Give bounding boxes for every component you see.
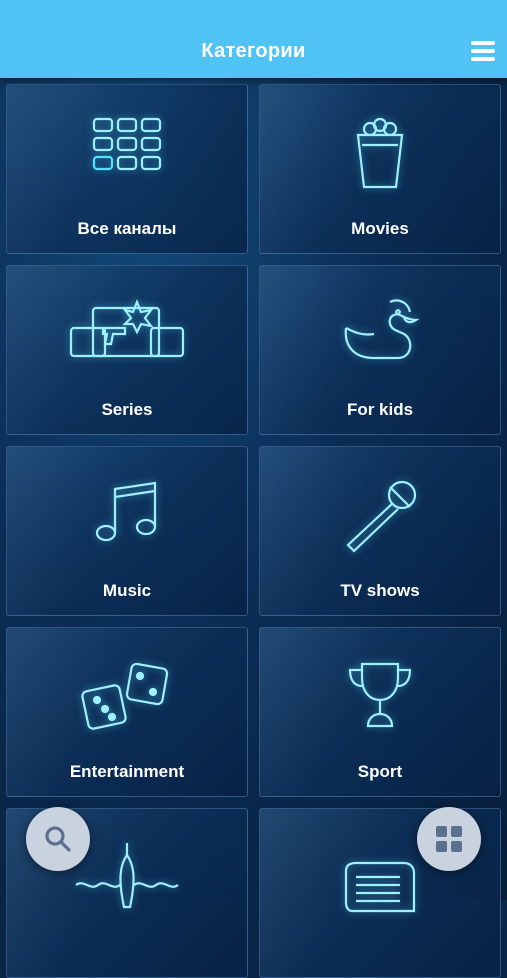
app-screen: Категории Все каналы Movies Series For k… <box>0 0 507 978</box>
grid-view-button[interactable] <box>417 807 481 871</box>
category-label: Все каналы <box>77 219 177 238</box>
page-title: Категории <box>201 40 306 62</box>
music-note-icon <box>95 481 157 542</box>
category-tile-all-channels[interactable]: Все каналы <box>6 84 248 254</box>
microphone-icon <box>346 480 417 553</box>
screens-gun-icon <box>69 299 185 358</box>
hamburger-menu-icon[interactable] <box>471 41 495 63</box>
trophy-icon <box>348 662 412 728</box>
category-tile-movies[interactable]: Movies <box>259 84 501 254</box>
fishing-float-icon <box>75 843 179 909</box>
category-label: For kids <box>346 400 414 419</box>
grid-channels-icon <box>92 117 162 171</box>
category-tile-tv-shows[interactable]: TV shows <box>259 446 501 616</box>
category-tile-music[interactable]: Music <box>6 446 248 616</box>
search-icon <box>45 826 71 852</box>
grid-view-icon <box>436 826 462 852</box>
category-tile-entertainment[interactable]: Entertainment <box>6 627 248 797</box>
category-label: Music <box>102 581 152 600</box>
search-button[interactable] <box>26 807 90 871</box>
category-label: Movies <box>351 219 409 238</box>
category-label: TV shows <box>340 581 420 600</box>
category-label: Series <box>101 400 153 419</box>
rubber-duck-icon <box>344 299 420 360</box>
newspaper-icon <box>344 861 416 913</box>
category-tile-for-kids[interactable]: For kids <box>259 265 501 435</box>
popcorn-icon <box>356 117 404 189</box>
top-bar: Категории <box>0 0 507 78</box>
category-label: Entertainment <box>69 762 185 781</box>
category-tile-series[interactable]: Series <box>6 265 248 435</box>
category-tile-sport[interactable]: Sport <box>259 627 501 797</box>
category-label: Sport <box>357 762 403 781</box>
dice-icon <box>81 662 169 730</box>
